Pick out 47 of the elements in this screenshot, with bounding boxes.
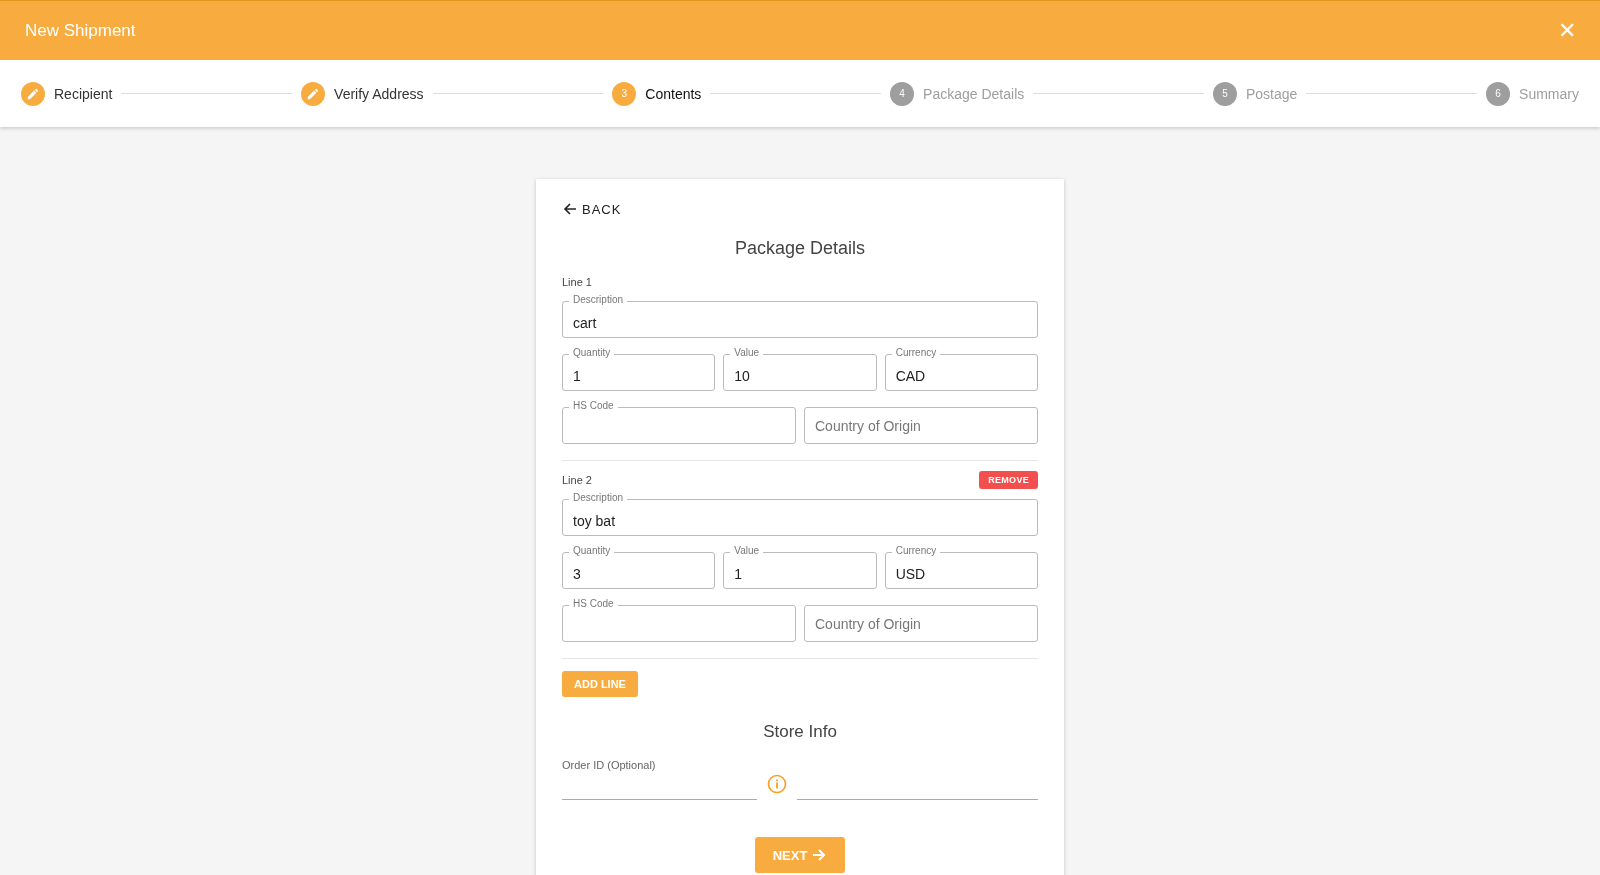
line-label: Line 2 (562, 474, 592, 486)
section-title: Package Details (733, 238, 867, 259)
field-label: Quantity (569, 347, 615, 359)
description-field[interactable]: Description toy bat (562, 492, 1038, 536)
country-field[interactable]: Country of Origin (804, 407, 1038, 444)
window-title: New Shipment (25, 20, 136, 41)
value-field[interactable]: Value 10 (723, 347, 877, 391)
quantity-field[interactable]: Quantity 1 (562, 347, 716, 391)
field-label: Description (569, 294, 628, 306)
field-value: 1 (734, 565, 743, 582)
value-field[interactable]: Value 1 (723, 545, 877, 589)
section-title: Store Info (762, 722, 838, 742)
hs-code-field[interactable]: HS Code (562, 598, 796, 642)
step-number: 3 (612, 81, 637, 106)
field-value: toy bat (573, 512, 616, 529)
currency-field[interactable]: Currency USD (884, 545, 1038, 589)
currency-field[interactable]: Currency CAD (884, 347, 1038, 391)
arrow-right-icon (811, 847, 828, 863)
field-label: Currency (891, 347, 941, 359)
field-label: Value (730, 545, 764, 557)
field-label: Quantity (569, 545, 615, 557)
field-value: 10 (734, 367, 750, 384)
field-label: HS Code (569, 400, 618, 412)
field-label: Order ID (Optional) (562, 759, 657, 771)
step-label[interactable]: Recipient (54, 85, 113, 102)
back-button[interactable]: BACK (562, 197, 622, 221)
description-field[interactable]: Description cart (562, 294, 1038, 338)
field-value: USD (895, 565, 926, 582)
field-value: 1 (573, 367, 581, 384)
info-icon[interactable] (767, 774, 787, 794)
hs-code-field[interactable]: HS Code (562, 400, 796, 444)
step-number: 6 (1486, 81, 1511, 106)
step-label[interactable]: Verify Address (334, 85, 424, 102)
field-label: Currency (891, 545, 941, 557)
field-value: CAD (895, 367, 926, 384)
field-value: 3 (573, 565, 581, 582)
step-number: 4 (890, 81, 915, 106)
step-number: 5 (1212, 81, 1237, 106)
field-label: Value (730, 347, 764, 359)
field-label: Description (569, 492, 628, 504)
line-label: Line 1 (562, 276, 592, 288)
field-label: HS Code (569, 598, 618, 610)
quantity-field[interactable]: Quantity 3 (562, 545, 716, 589)
country-field[interactable]: Country of Origin (804, 605, 1038, 642)
arrow-left-icon (562, 201, 578, 217)
step-label[interactable]: Contents (645, 85, 702, 102)
field-value: cart (573, 314, 597, 331)
